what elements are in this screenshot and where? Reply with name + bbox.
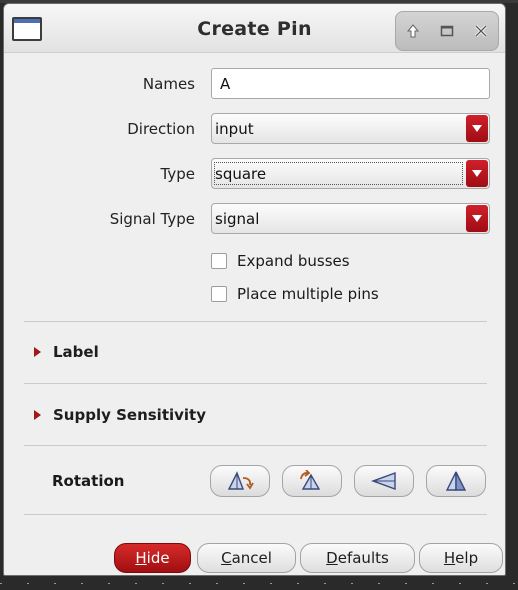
maximize-icon[interactable]: [434, 18, 460, 44]
defaults-button[interactable]: Defaults: [300, 543, 415, 573]
expand-triangle-icon: [34, 347, 41, 357]
mirror-horizontal-button[interactable]: [354, 465, 414, 497]
expand-busses-label: Expand busses: [237, 252, 350, 270]
expand-busses-checkbox[interactable]: [211, 253, 227, 269]
close-icon[interactable]: [468, 18, 494, 44]
supply-sensitivity-title: Supply Sensitivity: [53, 406, 207, 424]
direction-label: Direction: [127, 120, 195, 138]
expand-triangle-icon: [34, 410, 41, 420]
direction-row: Direction input: [4, 113, 505, 145]
signal-type-label: Signal Type: [109, 210, 195, 228]
mirror-vertical-button[interactable]: [426, 465, 486, 497]
help-mnemonic: H: [443, 549, 456, 567]
rotate-flip-icon: [300, 470, 321, 490]
place-multiple-pins-option[interactable]: Place multiple pins: [211, 282, 379, 306]
direction-select[interactable]: input: [211, 113, 490, 144]
place-multiple-pins-checkbox[interactable]: [211, 286, 227, 302]
expand-busses-option[interactable]: Expand busses: [211, 249, 350, 273]
signal-type-select[interactable]: signal: [211, 203, 490, 234]
rotation-label: Rotation: [52, 472, 125, 490]
window-controls: [395, 11, 499, 51]
rotate-icon: [227, 471, 254, 490]
place-multiple-pins-label: Place multiple pins: [237, 285, 379, 303]
names-field[interactable]: A: [211, 68, 490, 99]
chevron-down-icon[interactable]: [466, 160, 488, 187]
defaults-mnemonic: D: [326, 549, 338, 567]
chevron-down-icon[interactable]: [466, 205, 488, 232]
names-label: Names: [142, 75, 195, 93]
type-select[interactable]: square: [211, 158, 490, 189]
type-row: Type square: [4, 158, 505, 190]
signal-type-row: Signal Type signal: [4, 203, 505, 235]
chevron-down-icon[interactable]: [466, 115, 488, 142]
hide-button[interactable]: Hide: [114, 543, 191, 573]
type-value: square: [215, 165, 267, 183]
rotate-flip-button[interactable]: [282, 465, 342, 497]
divider: [24, 514, 487, 515]
label-section-header[interactable]: Label: [34, 339, 99, 365]
rotate-button[interactable]: [210, 465, 270, 497]
type-label: Type: [160, 165, 195, 183]
hide-label: ide: [146, 549, 170, 567]
label-section-title: Label: [53, 343, 99, 361]
cancel-mnemonic: C: [221, 549, 232, 567]
up-arrow-icon[interactable]: [400, 18, 426, 44]
help-label: elp: [455, 549, 479, 567]
divider: [24, 321, 487, 322]
signal-type-value: signal: [215, 210, 260, 228]
backdrop-dotted-line: [0, 583, 518, 584]
divider: [24, 383, 487, 384]
create-pin-dialog: Create Pin Names A Direction input Type …: [3, 3, 506, 576]
supply-sensitivity-section-header[interactable]: Supply Sensitivity: [34, 402, 206, 428]
mirror-horizontal-icon: [370, 472, 396, 490]
names-row: Names A: [4, 68, 505, 100]
defaults-label: efaults: [337, 549, 389, 567]
mirror-vertical-icon: [445, 471, 467, 491]
hide-mnemonic: H: [135, 549, 147, 567]
direction-value: input: [215, 120, 254, 138]
cancel-button[interactable]: Cancel: [197, 543, 296, 573]
titlebar[interactable]: Create Pin: [4, 4, 505, 53]
divider: [24, 445, 487, 446]
help-button[interactable]: Help: [419, 543, 503, 573]
cancel-label: ancel: [231, 549, 272, 567]
